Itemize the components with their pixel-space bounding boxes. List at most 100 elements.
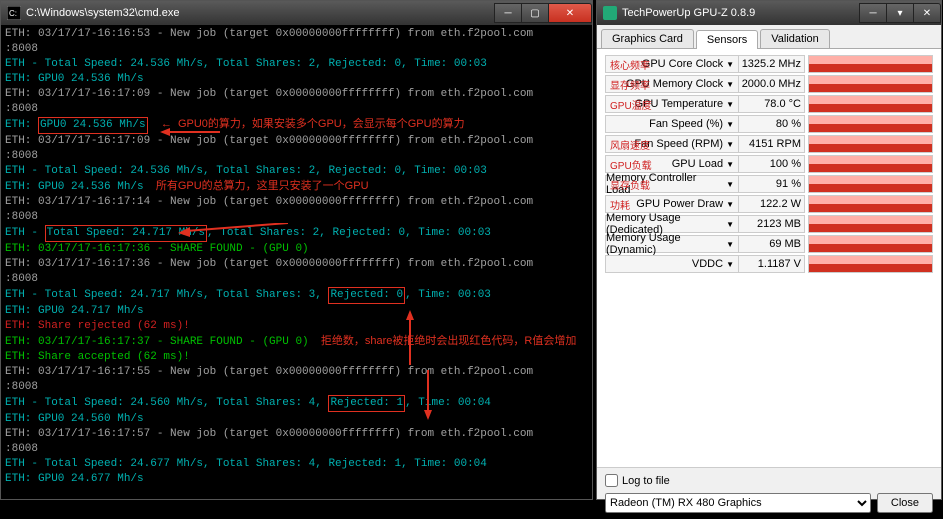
- sensor-value: 78.0 °C: [739, 95, 805, 113]
- terminal-line: ETH: 03/17/17-16:17:36 - New job (target…: [5, 257, 588, 272]
- sensor-label-dropdown[interactable]: Fan Speed (%)▼: [605, 115, 739, 133]
- chevron-down-icon: ▼: [726, 60, 734, 69]
- sensor-label-dropdown[interactable]: GPU Power Draw功耗▼: [605, 195, 739, 213]
- sensor-value: 1325.2 MHz: [739, 55, 805, 73]
- sensor-graph: [808, 255, 933, 273]
- terminal-line: ETH: GPU0 24.560 Mh/s: [5, 412, 588, 427]
- sensor-value: 2123 MB: [739, 215, 805, 233]
- terminal-line: ETH: GPU0 24.536 Mh/s 所有GPU的总算力，这里只安装了一个…: [5, 179, 588, 195]
- chevron-down-icon: ▼: [726, 120, 734, 129]
- sensor-row: GPU TemperatureGPU温度▼78.0 °C: [605, 95, 933, 113]
- sensor-label-dropdown[interactable]: GPU Core Clock核心频率▼: [605, 55, 739, 73]
- card-select[interactable]: Radeon (TM) RX 480 Graphics: [605, 493, 871, 513]
- sensor-label-dropdown[interactable]: Memory Usage (Dynamic)▼: [605, 235, 739, 253]
- chevron-down-icon: ▼: [726, 240, 734, 249]
- sensor-value: 4151 RPM: [739, 135, 805, 153]
- chevron-down-icon: ▼: [726, 260, 734, 269]
- chevron-down-icon: ▼: [726, 100, 734, 109]
- sensor-graph: [808, 135, 933, 153]
- sensor-value: 100 %: [739, 155, 805, 173]
- sensor-graph: [808, 195, 933, 213]
- terminal-line: :8008: [5, 272, 588, 287]
- log-to-file-checkbox[interactable]: Log to file: [605, 474, 670, 487]
- chevron-down-icon: ▼: [726, 220, 734, 229]
- terminal-line: ETH: 03/17/17-16:17:37 - SHARE FOUND - (…: [5, 334, 588, 350]
- terminal-line: :8008: [5, 442, 588, 457]
- sensor-label-dropdown[interactable]: Memory Controller Load显存负载▼: [605, 175, 739, 193]
- tab-graphics-card[interactable]: Graphics Card: [601, 29, 694, 48]
- terminal-line: ETH: GPU0 24.717 Mh/s: [5, 304, 588, 319]
- terminal-line: ETH - Total Speed: 24.536 Mh/s, Total Sh…: [5, 57, 588, 72]
- sensor-row: GPU LoadGPU负载▼100 %: [605, 155, 933, 173]
- minimize-button[interactable]: ─: [859, 3, 887, 23]
- sensor-graph: [808, 175, 933, 193]
- sensor-value: 69 MB: [739, 235, 805, 253]
- minimize-button[interactable]: ─: [494, 3, 522, 23]
- cmd-title: C:\Windows\system32\cmd.exe: [26, 7, 179, 19]
- terminal-line: ETH: 03/17/17-16:16:53 - New job (target…: [5, 27, 588, 42]
- sensor-label-dropdown[interactable]: GPU TemperatureGPU温度▼: [605, 95, 739, 113]
- terminal-line: :8008: [5, 380, 588, 395]
- terminal-line: ETH - Total Speed: 24.560 Mh/s, Total Sh…: [5, 395, 588, 412]
- terminal-line: :8008: [5, 102, 588, 117]
- cmd-window: C: C:\Windows\system32\cmd.exe ─ ▢ ✕ ETH…: [0, 0, 593, 500]
- terminal-line: ETH: Share accepted (62 ms)!: [5, 350, 588, 365]
- sensor-label-dropdown[interactable]: GPU Memory Clock显存频率▼: [605, 75, 739, 93]
- sensor-label-dropdown[interactable]: Memory Usage (Dedicated)▼: [605, 215, 739, 233]
- gpuz-title: TechPowerUp GPU-Z 0.8.9: [622, 7, 755, 19]
- chevron-down-icon: ▼: [726, 80, 734, 89]
- sensor-graph: [808, 235, 933, 253]
- terminal-line: ETH - Total Speed: 24.717 Mh/s, Total Sh…: [5, 287, 588, 304]
- sensor-row: Fan Speed (RPM)风扇速度▼4151 RPM: [605, 135, 933, 153]
- sensor-row: Fan Speed (%)▼80 %: [605, 115, 933, 133]
- sensor-label-dropdown[interactable]: Fan Speed (RPM)风扇速度▼: [605, 135, 739, 153]
- sensor-label-dropdown[interactable]: VDDC▼: [605, 255, 739, 273]
- sensor-graph: [808, 155, 933, 173]
- terminal-line: ETH: GPU0 24.677 Mh/s: [5, 472, 588, 487]
- svg-text:C:: C:: [9, 9, 17, 18]
- cmd-titlebar[interactable]: C: C:\Windows\system32\cmd.exe ─ ▢ ✕: [1, 1, 592, 25]
- chevron-down-icon: ▼: [726, 140, 734, 149]
- tray-button[interactable]: ▾: [886, 3, 914, 23]
- gpuz-window: TechPowerUp GPU-Z 0.8.9 ─ ▾ ✕ Graphics C…: [596, 0, 942, 500]
- terminal-line: :8008: [5, 42, 588, 57]
- terminal-line: :8008: [5, 149, 588, 164]
- terminal-line: ETH: Share rejected (62 ms)!: [5, 319, 588, 334]
- close-button[interactable]: ✕: [913, 3, 941, 23]
- close-button[interactable]: ✕: [548, 3, 592, 23]
- chevron-down-icon: ▼: [726, 200, 734, 209]
- terminal-line: ETH: 03/17/17-16:17:57 - New job (target…: [5, 427, 588, 442]
- tab-validation[interactable]: Validation: [760, 29, 830, 48]
- tab-sensors[interactable]: Sensors: [696, 30, 758, 49]
- terminal-line: ETH - Total Speed: 24.536 Mh/s, Total Sh…: [5, 164, 588, 179]
- sensors-panel: GPU Core Clock核心频率▼1325.2 MHzGPU Memory …: [597, 49, 941, 467]
- terminal-line: :8008: [5, 210, 588, 225]
- sensor-graph: [808, 95, 933, 113]
- sensor-graph: [808, 215, 933, 233]
- terminal-line: ETH - Total Speed: 24.717 Mh/s, Total Sh…: [5, 225, 588, 242]
- cmd-icon: C:: [7, 6, 21, 20]
- sensor-graph: [808, 55, 933, 73]
- terminal-line: ETH: 03/17/17-16:17:09 - New job (target…: [5, 134, 588, 149]
- sensor-row: GPU Power Draw功耗▼122.2 W: [605, 195, 933, 213]
- sensor-row: Memory Usage (Dedicated)▼2123 MB: [605, 215, 933, 233]
- chevron-down-icon: ▼: [726, 180, 734, 189]
- sensor-row: GPU Core Clock核心频率▼1325.2 MHz: [605, 55, 933, 73]
- terminal-line: ETH: 03/17/17-16:17:14 - New job (target…: [5, 195, 588, 210]
- tab-bar: Graphics CardSensorsValidation: [597, 25, 941, 49]
- sensor-row: VDDC▼1.1187 V: [605, 255, 933, 273]
- close-button-footer[interactable]: Close: [877, 493, 933, 513]
- terminal-line: ETH: 03/17/17-16:17:36 - SHARE FOUND - (…: [5, 242, 588, 257]
- sensor-value: 2000.0 MHz: [739, 75, 805, 93]
- sensor-value: 122.2 W: [739, 195, 805, 213]
- maximize-button[interactable]: ▢: [521, 3, 549, 23]
- sensor-value: 91 %: [739, 175, 805, 193]
- terminal-line: ETH: GPU0 24.536 Mh/s: [5, 72, 588, 87]
- sensor-label-dropdown[interactable]: GPU LoadGPU负载▼: [605, 155, 739, 173]
- gpuz-titlebar[interactable]: TechPowerUp GPU-Z 0.8.9 ─ ▾ ✕: [597, 1, 941, 25]
- sensor-graph: [808, 75, 933, 93]
- terminal-line: ETH - Total Speed: 24.677 Mh/s, Total Sh…: [5, 457, 588, 472]
- terminal-line: ETH: GPU0 24.536 Mh/s ← GPU0的算力，如果安装多个GP…: [5, 117, 588, 134]
- sensor-graph: [808, 115, 933, 133]
- sensor-row: Memory Controller Load显存负载▼91 %: [605, 175, 933, 193]
